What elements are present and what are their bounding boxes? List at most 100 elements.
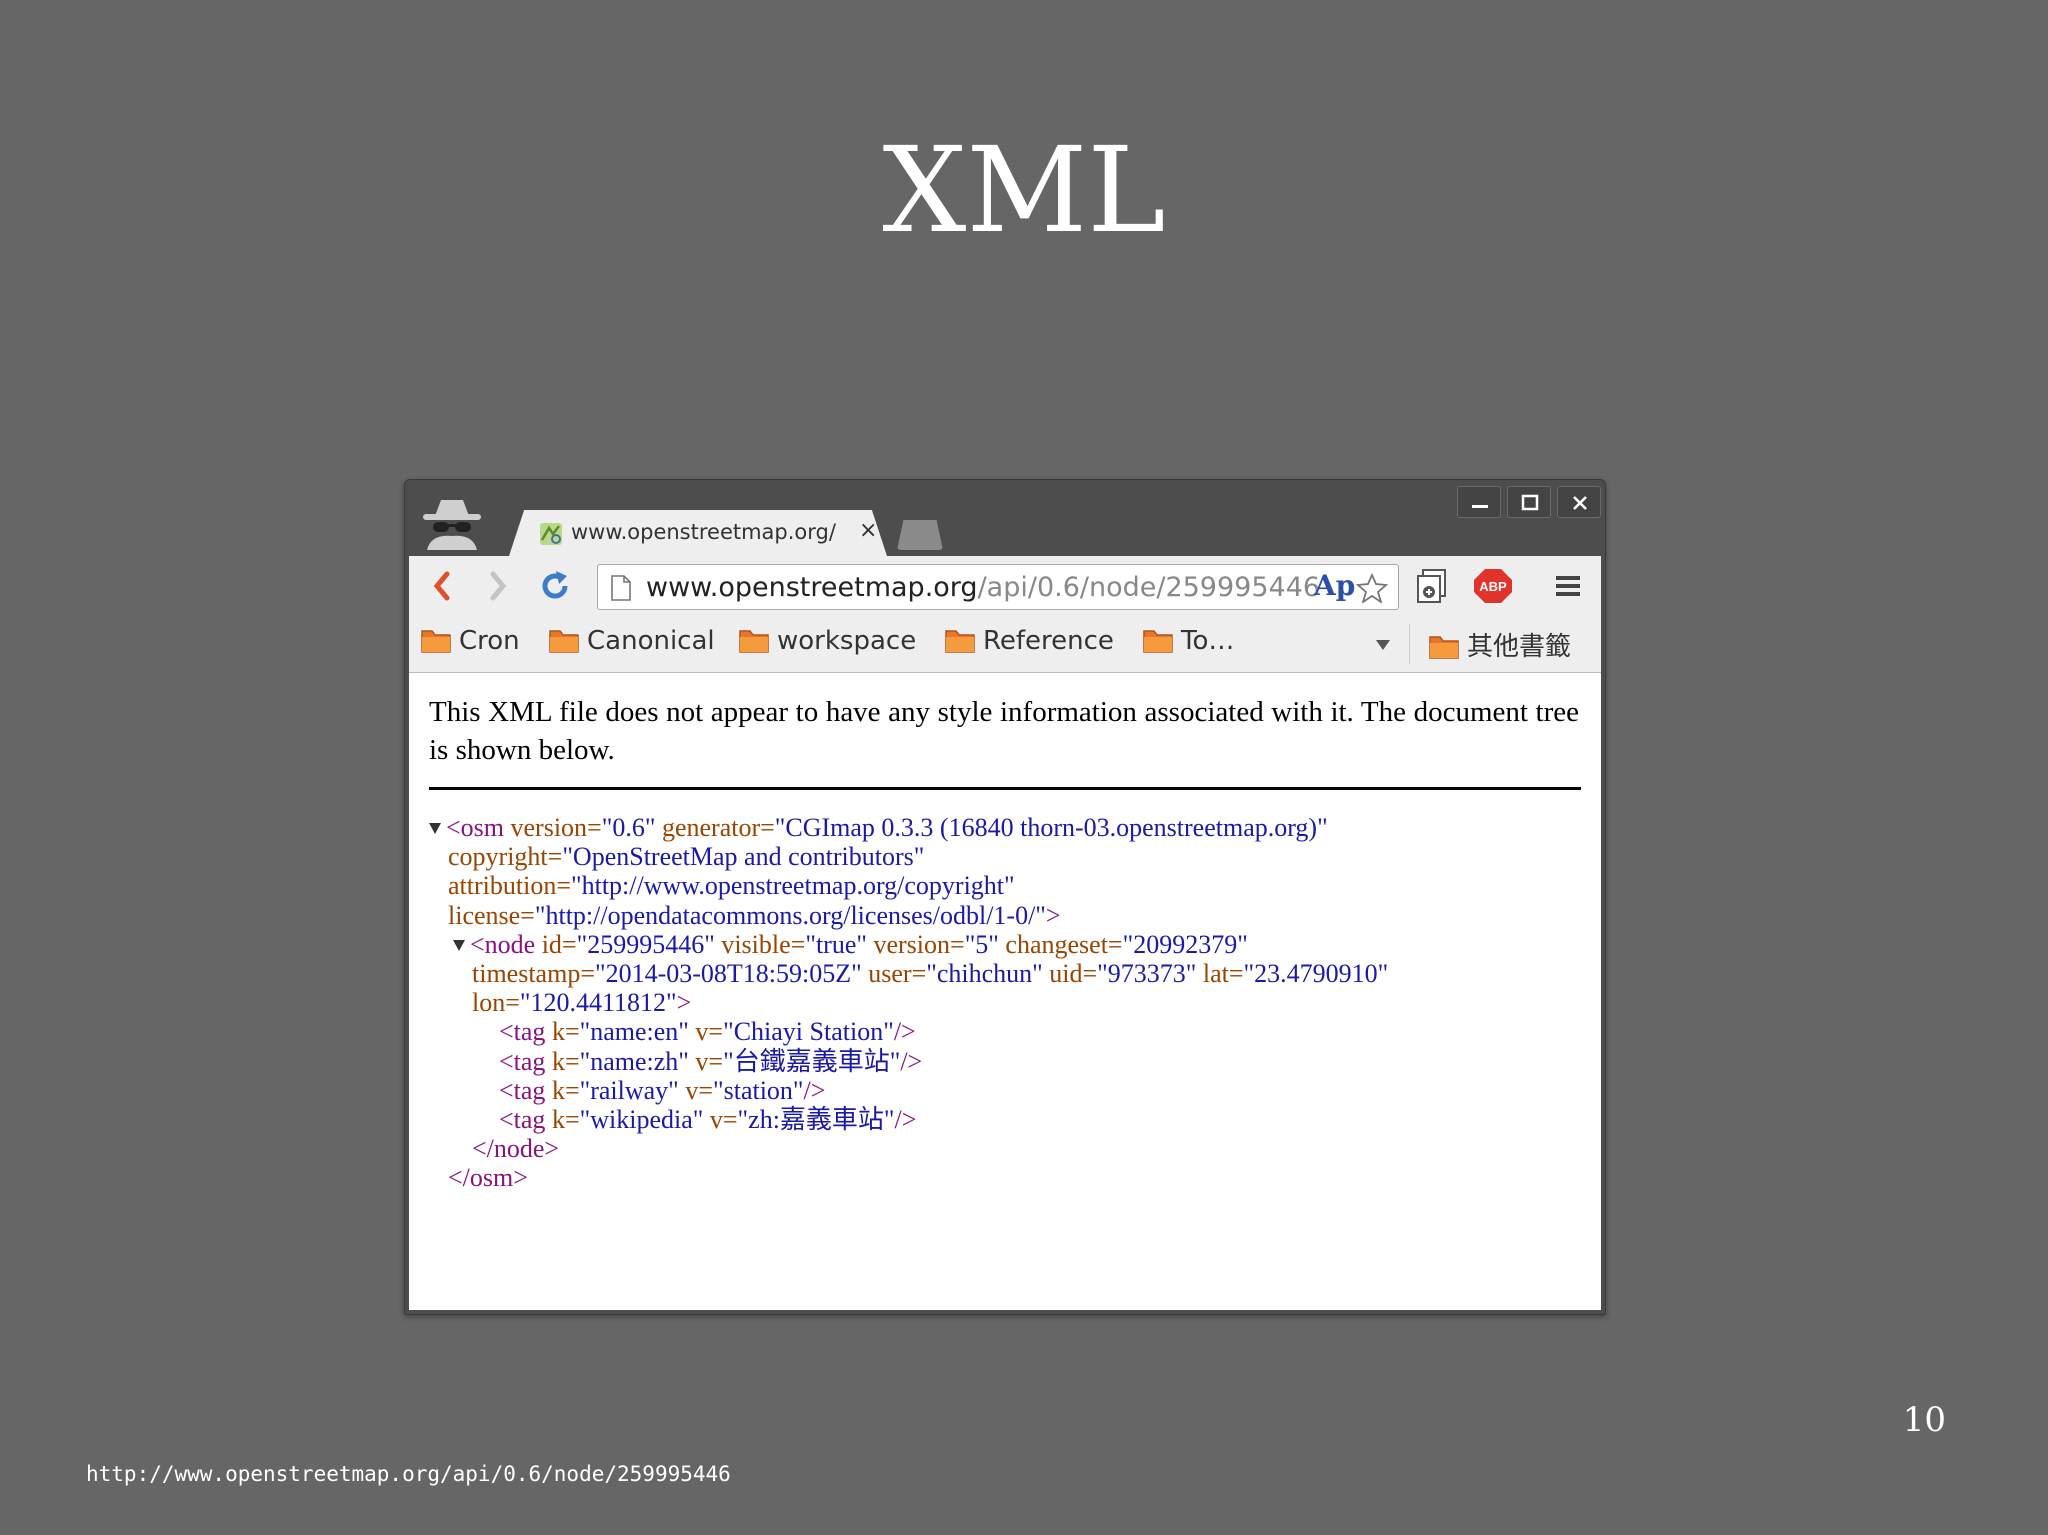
incognito-icon bbox=[417, 494, 487, 550]
bookmark-to[interactable]: To… bbox=[1143, 626, 1234, 660]
maximize-button[interactable] bbox=[1507, 486, 1551, 518]
url-text: www.openstreetmap.org/api/0.6/node/25999… bbox=[646, 572, 1320, 603]
bookmark-label: Cron bbox=[459, 626, 520, 656]
close-icon bbox=[1573, 496, 1587, 510]
bookmark-workspace[interactable]: workspace bbox=[739, 626, 916, 660]
xml-attr-name: lon= bbox=[472, 988, 520, 1018]
maximize-icon bbox=[1521, 494, 1539, 511]
xml-attr-value: "台鐵嘉義車站" bbox=[723, 1046, 901, 1076]
xml-tag: > bbox=[676, 988, 692, 1018]
xml-attr-value: "name:zh" bbox=[579, 1046, 689, 1076]
new-tab-button[interactable] bbox=[897, 520, 943, 550]
xml-attr-name: visible= bbox=[714, 929, 806, 959]
bookmark-reference[interactable]: Reference bbox=[945, 626, 1114, 660]
xml-attr-name: uid= bbox=[1042, 958, 1098, 988]
folder-icon bbox=[549, 627, 579, 660]
xml-attr-name: k= bbox=[545, 1017, 580, 1047]
back-button[interactable] bbox=[425, 568, 461, 604]
xml-tag: /> bbox=[900, 1046, 923, 1076]
browser-tab[interactable]: www.openstreetmap.org/ × bbox=[509, 510, 887, 556]
xml-tag: <node bbox=[470, 929, 536, 959]
folder-icon bbox=[739, 627, 769, 660]
xml-attr-name: id= bbox=[535, 929, 577, 959]
tab-title: www.openstreetmap.org/ bbox=[571, 520, 836, 544]
xml-attr-value: "CGImap 0.3.3 (16840 thorn-03.openstreet… bbox=[774, 813, 1328, 842]
xml-attr-name: k= bbox=[545, 1104, 580, 1134]
back-icon bbox=[433, 571, 450, 601]
xml-line: <tag k="name:zh" v="台鐵嘉義車站"/> bbox=[409, 1047, 1601, 1076]
xml-attr-value: "zh:嘉義車站" bbox=[737, 1104, 895, 1134]
xml-attr-name: k= bbox=[545, 1046, 580, 1076]
xml-attr-value: "120.4411812" bbox=[519, 988, 677, 1018]
xml-line: copyright="OpenStreetMap and contributor… bbox=[409, 842, 1601, 871]
xml-tree: <osm version="0.6" generator="CGImap 0.3… bbox=[409, 813, 1601, 1192]
page-action-icon[interactable] bbox=[1415, 568, 1449, 608]
bookmarks-bar: Cron Canonical workspace Reference To… 其… bbox=[409, 616, 1601, 673]
xml-attr-value: "station" bbox=[712, 1075, 804, 1105]
xml-tag: </osm> bbox=[448, 1163, 528, 1193]
xml-attr-value: "true" bbox=[805, 929, 867, 959]
xml-attr-value: "5" bbox=[964, 929, 999, 959]
xml-line: <tag k="railway" v="station"/> bbox=[409, 1076, 1601, 1105]
xml-line: <node id="259995446" visible="true" vers… bbox=[409, 930, 1601, 959]
bookmark-canonical[interactable]: Canonical bbox=[549, 626, 715, 660]
xml-attr-value: "http://www.openstreetmap.org/copyright" bbox=[570, 871, 1015, 901]
collapse-triangle-icon[interactable] bbox=[453, 939, 465, 951]
bookmark-cron[interactable]: Cron bbox=[421, 626, 520, 660]
osm-favicon-icon bbox=[539, 522, 563, 546]
adblock-label: ABP bbox=[1479, 579, 1507, 594]
reload-button[interactable] bbox=[537, 568, 573, 604]
collapse-triangle-icon[interactable] bbox=[429, 823, 441, 834]
xml-tag: <tag bbox=[499, 1104, 546, 1134]
xml-attr-value: "chihchun" bbox=[926, 958, 1043, 988]
adblock-icon[interactable]: ABP bbox=[1473, 568, 1513, 608]
toolbar: www.openstreetmap.org/api/0.6/node/25999… bbox=[409, 556, 1601, 616]
xml-tag: <tag bbox=[499, 1046, 546, 1076]
xml-line: <osm version="0.6" generator="CGImap 0.3… bbox=[409, 813, 1601, 842]
xml-attr-value: "259995446" bbox=[576, 929, 715, 959]
folder-icon bbox=[945, 627, 975, 660]
xml-attr-value: "2014-03-08T18:59:05Z" bbox=[594, 958, 862, 988]
xml-attr-name: attribution= bbox=[448, 871, 571, 901]
xml-attr-value: "23.4790910" bbox=[1243, 958, 1389, 988]
xml-attr-name: v= bbox=[688, 1017, 724, 1047]
xml-line: </node> bbox=[409, 1134, 1601, 1163]
forward-button[interactable] bbox=[479, 568, 515, 604]
xml-attr-name: k= bbox=[545, 1075, 580, 1105]
xml-line: timestamp="2014-03-08T18:59:05Z" user="c… bbox=[409, 959, 1601, 988]
minimize-icon bbox=[1472, 505, 1488, 508]
xml-attr-name: changeset= bbox=[998, 929, 1123, 959]
tab-close-icon[interactable]: × bbox=[859, 518, 877, 543]
minimize-button[interactable] bbox=[1457, 486, 1501, 518]
url-path: /api/0.6/node/259995446 bbox=[977, 572, 1321, 603]
xml-tag: <tag bbox=[499, 1075, 546, 1105]
reload-icon bbox=[542, 571, 568, 599]
notice-divider bbox=[429, 787, 1581, 790]
bookmark-label: 其他書籤 bbox=[1467, 632, 1572, 662]
xml-attr-value: "wikipedia" bbox=[579, 1104, 704, 1134]
xml-line: lon="120.4411812"> bbox=[409, 988, 1601, 1017]
bookmarks-more-chevron-icon[interactable] bbox=[1375, 636, 1391, 655]
xml-tag: /> bbox=[803, 1075, 826, 1105]
xml-attr-name: v= bbox=[703, 1104, 738, 1134]
page-number: 10 bbox=[1902, 1400, 1946, 1440]
forward-icon bbox=[490, 571, 507, 601]
menu-icon[interactable] bbox=[1553, 568, 1583, 608]
xml-notice: This XML file does not appear to have an… bbox=[429, 696, 1579, 766]
close-window-button[interactable] bbox=[1557, 486, 1601, 518]
xml-line: <tag k="name:en" v="Chiayi Station"/> bbox=[409, 1017, 1601, 1046]
xml-line: attribution="http://www.openstreetmap.or… bbox=[409, 871, 1601, 900]
folder-icon bbox=[421, 627, 451, 660]
xml-attr-name: user= bbox=[861, 958, 927, 988]
extension-ap-icon[interactable]: Ap bbox=[1314, 569, 1355, 602]
xml-tag: > bbox=[1045, 900, 1061, 930]
xml-tag: </node> bbox=[472, 1134, 560, 1164]
xml-line: <tag k="wikipedia" v="zh:嘉義車站"/> bbox=[409, 1105, 1601, 1134]
xml-attr-name: version= bbox=[866, 929, 965, 959]
other-bookmarks[interactable]: 其他書籤 bbox=[1429, 626, 1572, 662]
address-bar[interactable]: www.openstreetmap.org/api/0.6/node/25999… bbox=[597, 564, 1399, 610]
page-content: This XML file does not appear to have an… bbox=[409, 673, 1601, 1310]
bookmark-label: To… bbox=[1181, 626, 1235, 656]
slide-title: XML bbox=[882, 121, 1166, 259]
bookmark-star-icon[interactable] bbox=[1355, 572, 1389, 607]
